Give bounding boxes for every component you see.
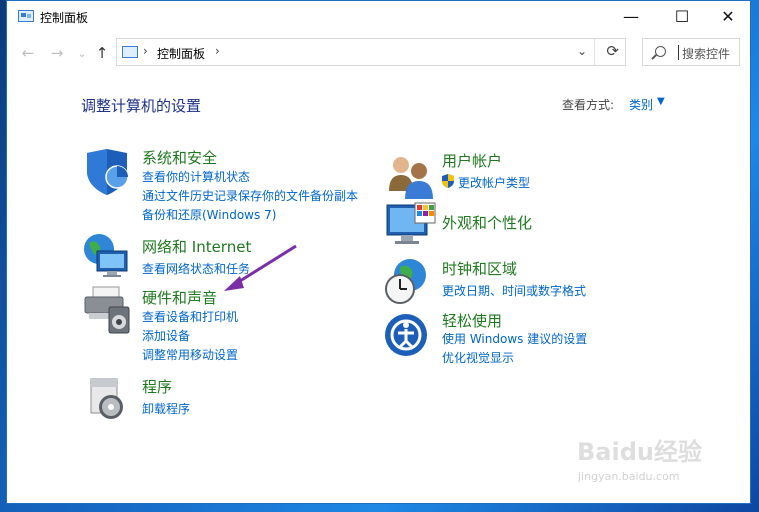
category-clock-region[interactable]: 时钟和区域 bbox=[442, 258, 517, 279]
up-button[interactable]: ↑ bbox=[91, 43, 113, 63]
link-mobility-settings[interactable]: 调整常用移动设置 bbox=[142, 346, 238, 363]
programs-disc-icon[interactable] bbox=[81, 373, 133, 423]
recent-locations-dropdown[interactable]: ⌄ bbox=[71, 43, 93, 63]
link-change-account-type[interactable]: 更改帐户类型 bbox=[458, 174, 530, 191]
clock-globe-icon[interactable] bbox=[382, 257, 434, 307]
title-bar[interactable]: 控制面板 — ☐ ✕ bbox=[7, 1, 750, 33]
category-hardware-sound[interactable]: 硬件和声音 bbox=[142, 287, 217, 308]
monitor-palette-icon[interactable] bbox=[385, 201, 437, 251]
category-system-security[interactable]: 系统和安全 bbox=[142, 147, 217, 168]
link-optimize-visual-display[interactable]: 优化视觉显示 bbox=[442, 349, 514, 366]
baidu-watermark: Baidu经验 bbox=[577, 438, 702, 466]
category-user-accounts[interactable]: 用户帐户 bbox=[442, 150, 502, 171]
link-file-history-backup[interactable]: 通过文件历史记录保存你的文件备份副本 bbox=[142, 187, 358, 204]
page-title: 调整计算机的设置 bbox=[81, 97, 202, 115]
search-icon bbox=[655, 46, 666, 57]
forward-button[interactable]: → bbox=[46, 43, 68, 63]
refresh-button[interactable]: ⟳ bbox=[606, 42, 619, 60]
view-by-label: 查看方式: bbox=[562, 98, 615, 112]
chevron-down-icon[interactable]: ▼ bbox=[657, 96, 665, 107]
minimize-button[interactable]: — bbox=[608, 1, 654, 31]
navigation-bar: ← → ⌄ ↑ › 控制面板 › ⌄ ⟳ bbox=[7, 37, 750, 71]
link-view-computer-status[interactable]: 查看你的计算机状态 bbox=[142, 168, 250, 185]
breadcrumb-control-panel[interactable]: 控制面板 bbox=[157, 45, 205, 62]
shield-icon[interactable] bbox=[81, 147, 133, 197]
category-programs[interactable]: 程序 bbox=[142, 376, 172, 397]
search-box[interactable]: 搜索控件 bbox=[642, 38, 740, 66]
address-dropdown-button[interactable]: ⌄ bbox=[577, 44, 587, 58]
link-backup-restore[interactable]: 备份和还原(Windows 7) bbox=[142, 206, 276, 223]
address-bar[interactable]: › 控制面板 › ⌄ ⟳ bbox=[116, 38, 626, 66]
control-panel-window: 控制面板 — ☐ ✕ ← → ⌄ ↑ › 控制面板 › ⌄ ⟳ 搜索控件 调整计… bbox=[6, 0, 751, 504]
category-ease-of-access[interactable]: 轻松使用 bbox=[442, 310, 502, 331]
link-uninstall-program[interactable]: 卸载程序 bbox=[142, 400, 190, 417]
link-devices-printers[interactable]: 查看设备和打印机 bbox=[142, 308, 238, 325]
control-panel-icon bbox=[18, 10, 34, 22]
uac-shield-icon bbox=[442, 174, 454, 188]
window-title: 控制面板 bbox=[40, 11, 89, 25]
printer-speaker-icon[interactable] bbox=[81, 285, 133, 335]
link-add-device[interactable]: 添加设备 bbox=[142, 327, 190, 344]
category-appearance-personalization[interactable]: 外观和个性化 bbox=[442, 212, 532, 233]
baidu-watermark-url: jingyan.baidu.com bbox=[578, 470, 680, 483]
ease-of-access-icon[interactable] bbox=[384, 311, 436, 361]
link-change-date-time-format[interactable]: 更改日期、时间或数字格式 bbox=[442, 282, 586, 299]
search-placeholder: 搜索控件 bbox=[682, 47, 731, 61]
control-panel-icon bbox=[122, 46, 138, 58]
link-windows-recommended-settings[interactable]: 使用 Windows 建议的设置 bbox=[442, 330, 587, 347]
annotation-arrow-icon bbox=[224, 244, 297, 291]
breadcrumb-separator[interactable]: › bbox=[143, 44, 148, 58]
network-globe-icon[interactable] bbox=[81, 231, 133, 281]
view-by-dropdown[interactable]: 类别 bbox=[629, 96, 653, 113]
back-button[interactable]: ← bbox=[17, 43, 39, 63]
text-caret bbox=[678, 45, 679, 60]
address-divider bbox=[594, 39, 595, 65]
close-button[interactable]: ✕ bbox=[705, 1, 751, 31]
users-icon[interactable] bbox=[385, 153, 437, 203]
breadcrumb-separator[interactable]: › bbox=[215, 44, 220, 58]
maximize-button[interactable]: ☐ bbox=[659, 1, 705, 31]
